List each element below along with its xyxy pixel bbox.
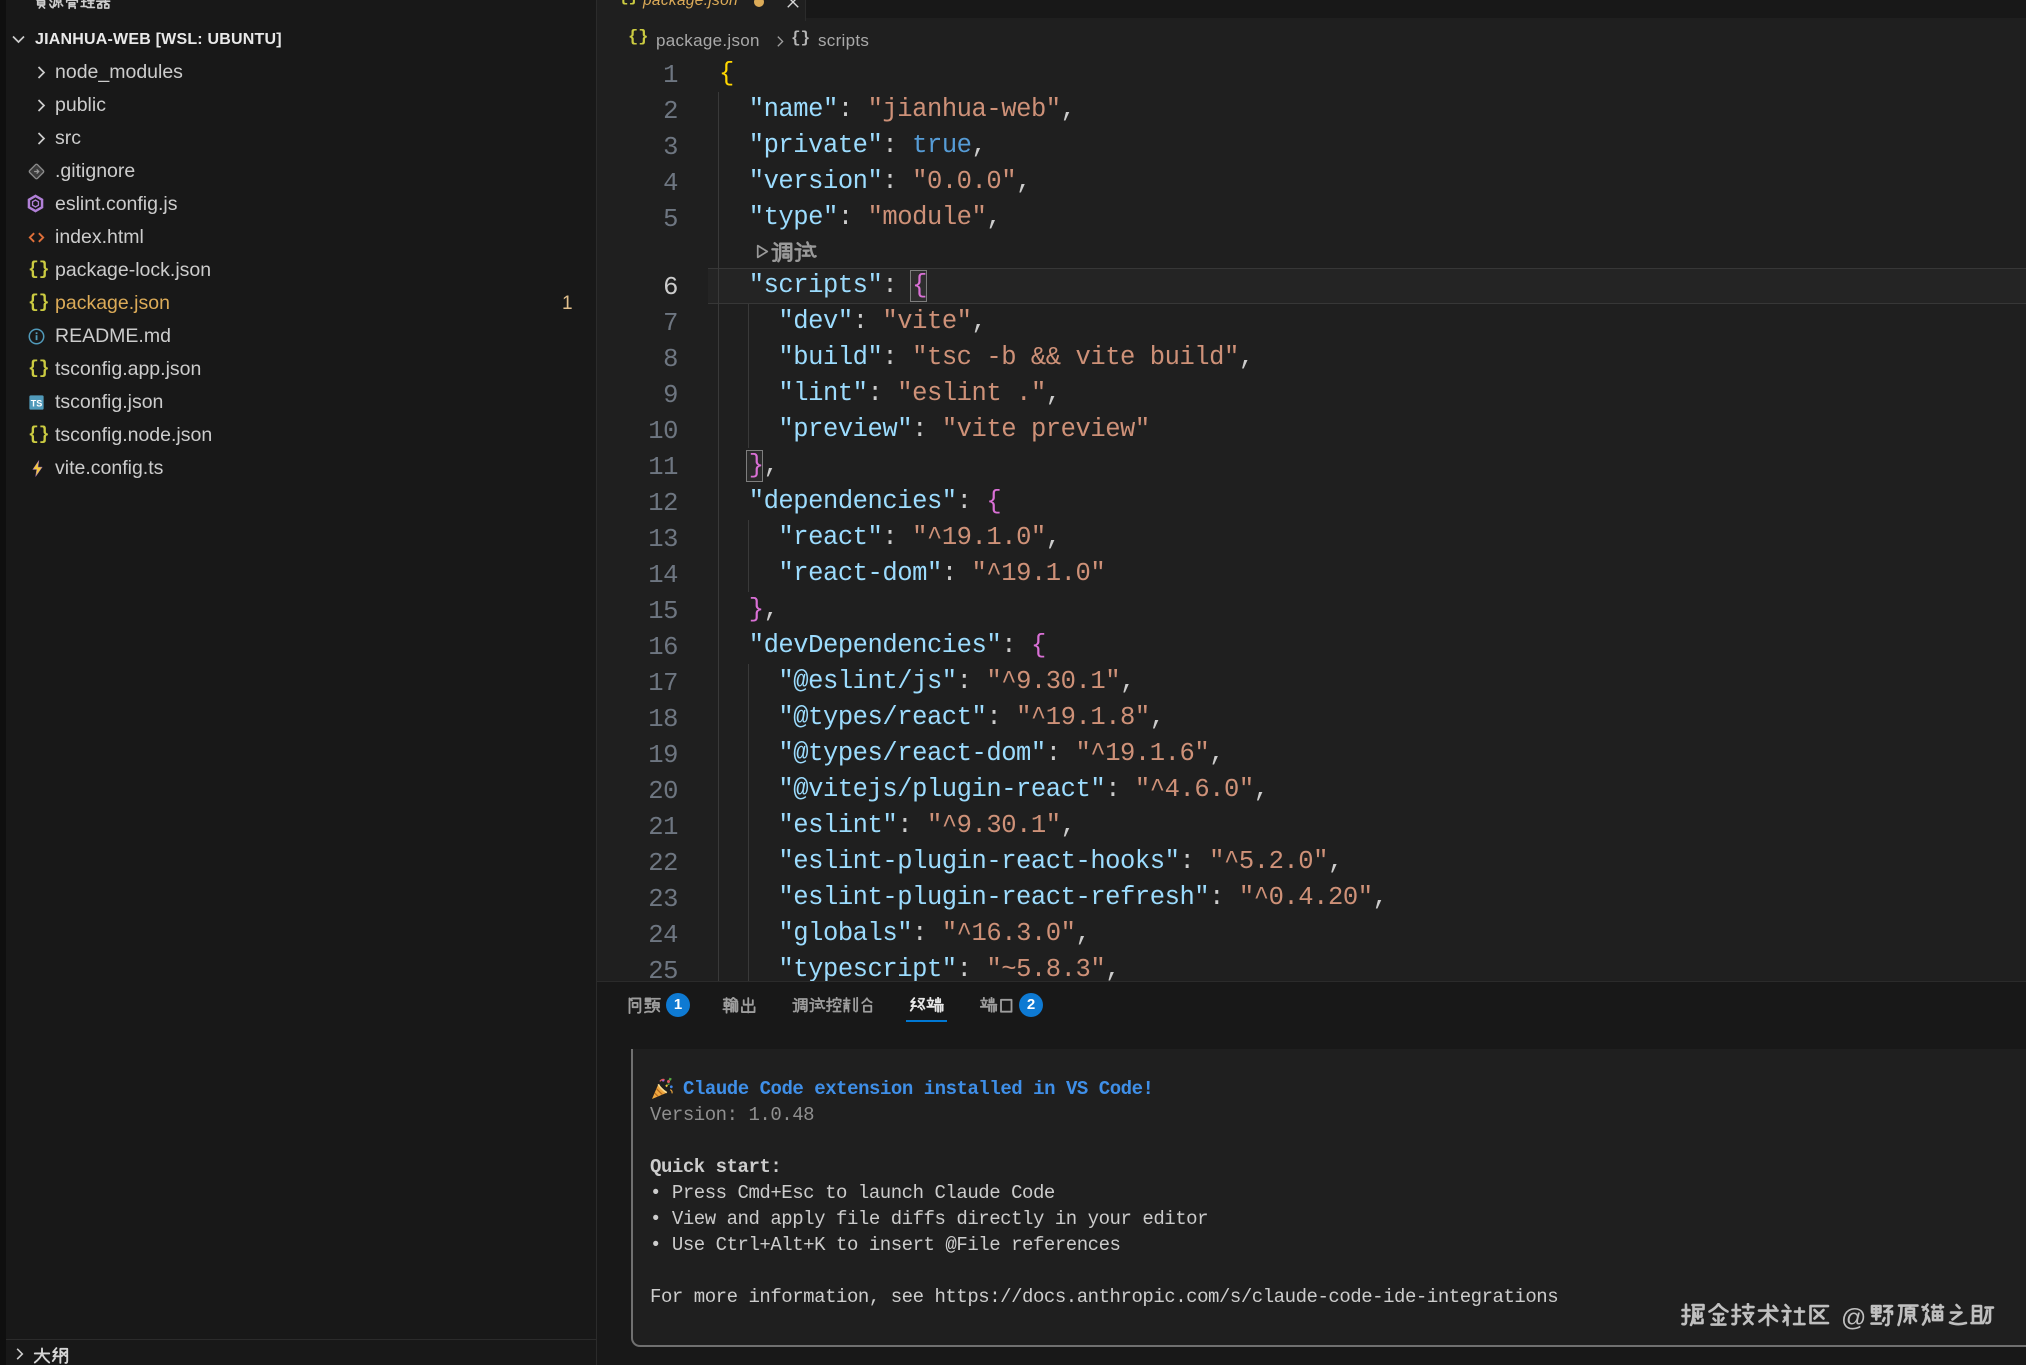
svg-text:TS: TS: [31, 398, 43, 408]
